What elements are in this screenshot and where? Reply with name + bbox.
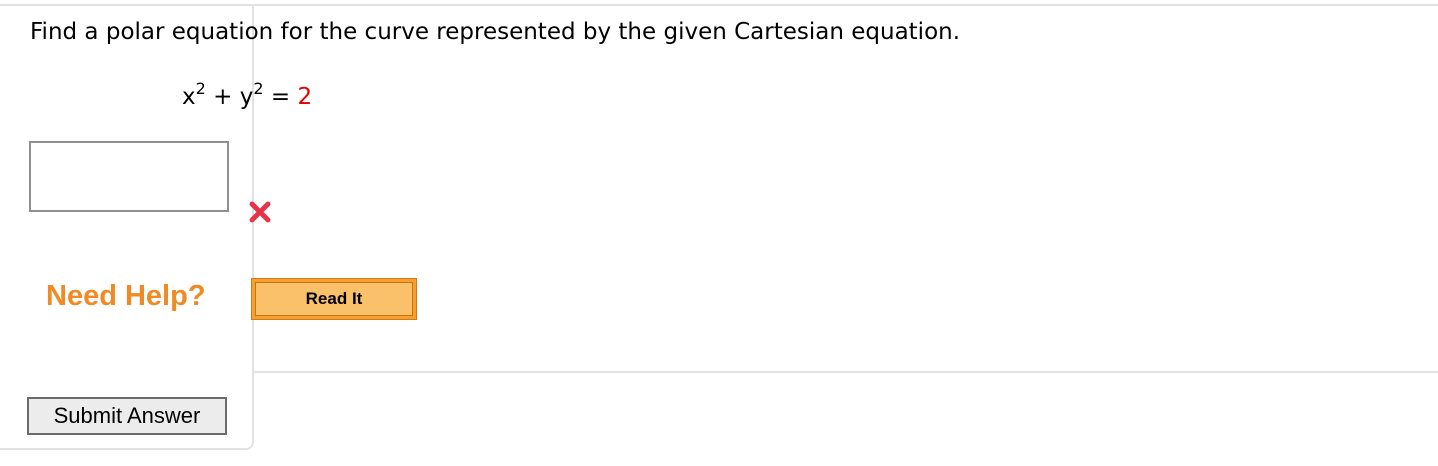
read-it-button[interactable]: Read It bbox=[251, 278, 417, 320]
question-page: Find a polar equation for the curve repr… bbox=[0, 0, 1438, 466]
incorrect-x-icon bbox=[249, 201, 271, 223]
equation-y: y bbox=[239, 84, 254, 110]
equation-equals: = bbox=[270, 84, 291, 110]
equation-x-exponent: 2 bbox=[195, 79, 206, 98]
cartesian-equation: x2 + y2 = 2 bbox=[182, 81, 313, 111]
submit-answer-button[interactable]: Submit Answer bbox=[27, 397, 227, 435]
question-panel bbox=[0, 4, 254, 450]
submit-divider bbox=[254, 371, 1438, 373]
equation-rhs: 2 bbox=[297, 84, 313, 110]
question-prompt: Find a polar equation for the curve repr… bbox=[30, 19, 961, 45]
equation-plus: + bbox=[213, 84, 233, 110]
equation-y-exponent: 2 bbox=[253, 79, 264, 98]
answer-input[interactable] bbox=[29, 141, 229, 212]
equation-x: x bbox=[182, 84, 196, 110]
read-it-label: Read It bbox=[255, 282, 413, 316]
need-help-label: Need Help? bbox=[46, 280, 206, 312]
